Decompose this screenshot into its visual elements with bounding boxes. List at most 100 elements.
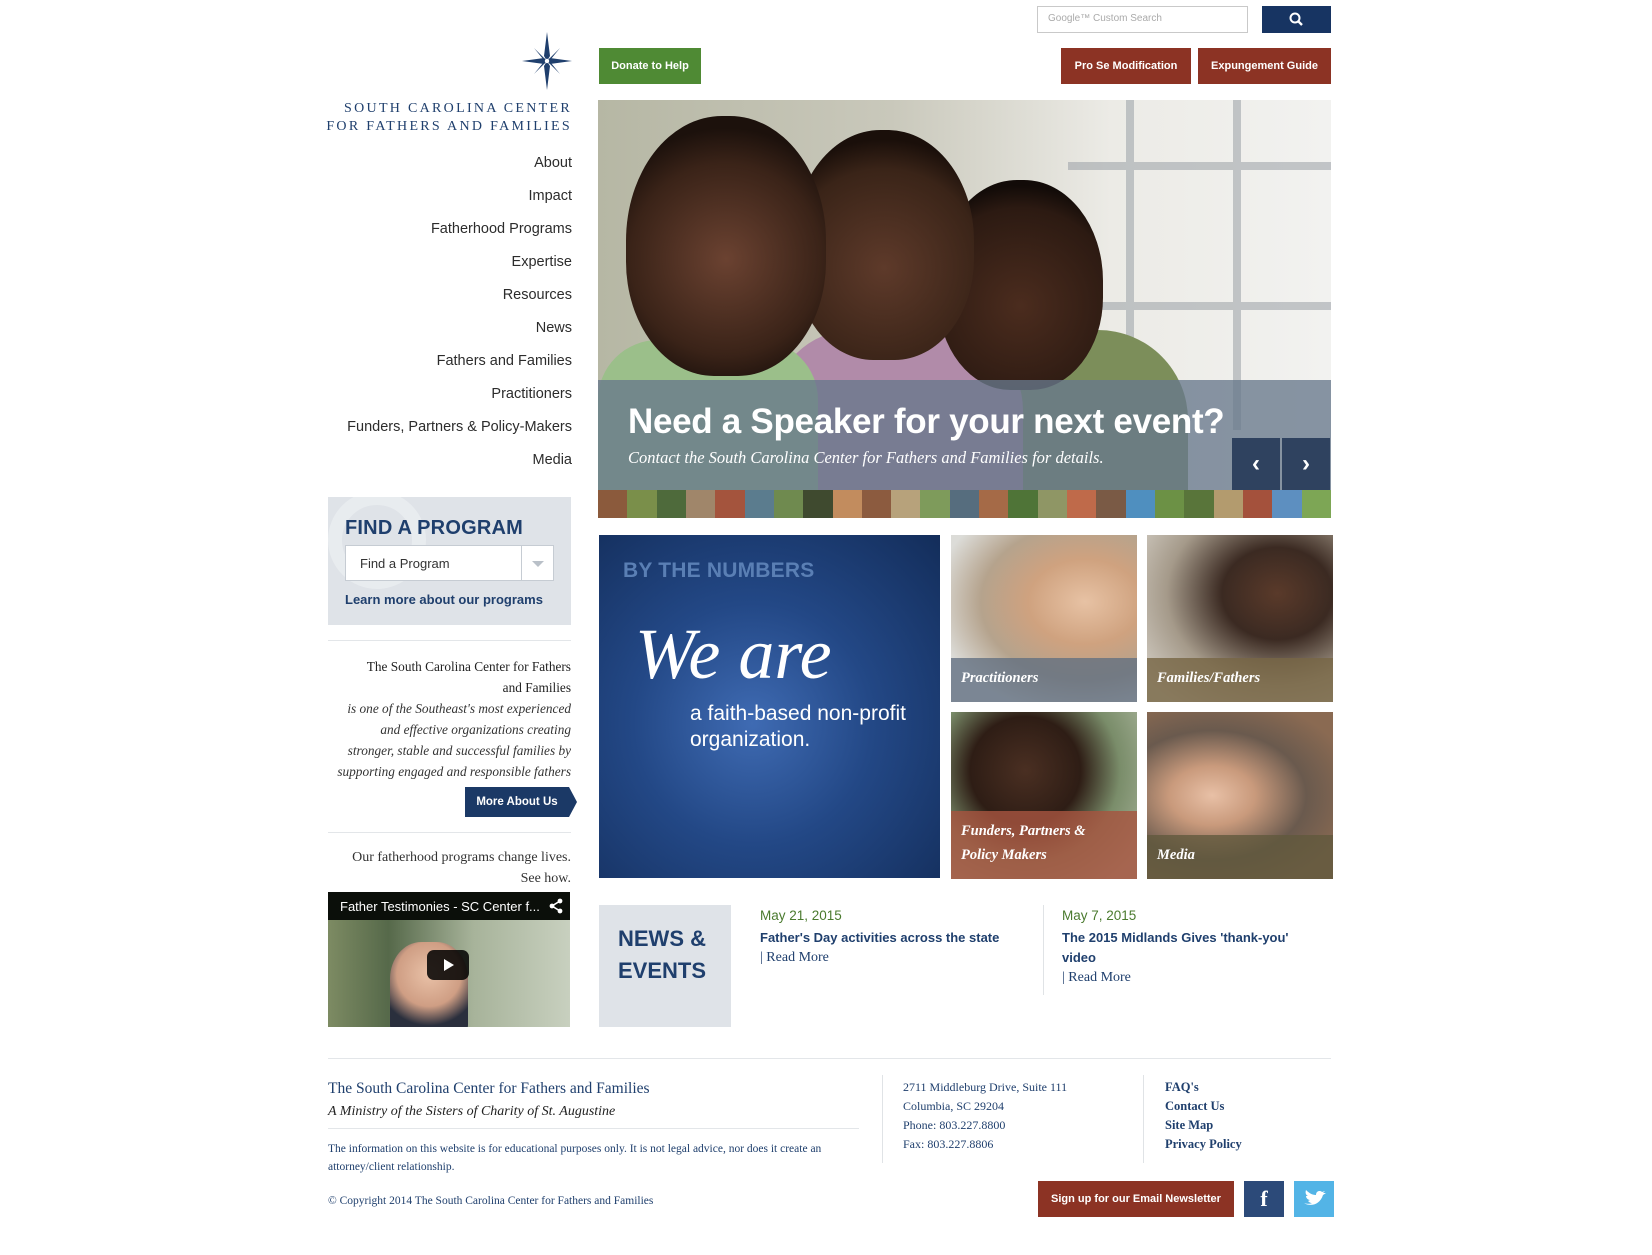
strip-swatch (1272, 490, 1302, 518)
video-player[interactable]: Father Testimonies - SC Center f... (328, 892, 570, 1027)
hero-slider: Need a Speaker for your next event? Cont… (598, 100, 1331, 490)
numbers-subtext: a faith-based non-profit organization. (690, 702, 906, 751)
hero-subtitle: Contact the South Carolina Center for Fa… (628, 448, 1104, 467)
nav-item-fatherhood-programs[interactable]: Fatherhood Programs (310, 218, 572, 251)
footer-divider (328, 1058, 1331, 1059)
nav-item-practitioners[interactable]: Practitioners (310, 383, 572, 416)
select-value: Find a Program (360, 556, 450, 571)
footer-copyright: © Copyright 2014 The South Carolina Cent… (328, 1195, 654, 1207)
strip-swatch (832, 490, 862, 518)
footer-col-divider (882, 1075, 883, 1163)
site-logo-text[interactable]: SOUTH CAROLINA CENTER FOR FATHERS AND FA… (312, 100, 572, 136)
tile-funders-partners[interactable]: Funders, Partners & Policy Makers (951, 712, 1137, 879)
fax: Fax: 803.227.8806 (903, 1137, 994, 1151)
blurb-body-2: and effective organizations creating (380, 722, 571, 737)
search-input[interactable]: Google™ Custom Search (1037, 6, 1248, 33)
blurb-body-3: stronger, stable and successful families… (347, 743, 571, 758)
news-date: May 21, 2015 (760, 908, 842, 923)
news-divider (1043, 905, 1044, 995)
find-program-heading: FIND A PROGRAM (345, 517, 523, 539)
divider (328, 640, 571, 641)
news-events-label[interactable]: NEWS & EVENTS (599, 905, 743, 1027)
chevron-down-icon[interactable] (521, 546, 553, 580)
strip-swatch (1037, 490, 1067, 518)
strip-swatch (1096, 490, 1126, 518)
tile-label: Practitioners (961, 670, 1039, 686)
play-icon[interactable] (427, 950, 469, 980)
news-title[interactable]: Father's Day activities across the state (760, 928, 1020, 948)
news-tag-text: NEWS & EVENTS (618, 923, 706, 987)
main-nav: About Impact Fatherhood Programs Experti… (310, 152, 572, 482)
strip-swatch (1154, 490, 1185, 518)
search-placeholder: Google™ Custom Search (1048, 13, 1162, 24)
pro-se-modification-button[interactable]: Pro Se Modification (1061, 48, 1191, 84)
nav-item-news[interactable]: News (310, 317, 572, 350)
chevron-right-icon[interactable]: › (1282, 438, 1330, 490)
video-title[interactable]: Father Testimonies - SC Center f... (340, 899, 540, 914)
tile-label-bar: Media (1147, 835, 1333, 879)
tile-practitioners[interactable]: Practitioners (951, 535, 1137, 702)
tile-label-line: Policy Makers (961, 847, 1047, 863)
hero-caption: Need a Speaker for your next event? Cont… (598, 380, 1331, 490)
blurb-lead-2: and Families (502, 680, 571, 695)
expungement-guide-button[interactable]: Expungement Guide (1198, 48, 1331, 84)
address-line-2: Columbia, SC 29204 (903, 1099, 1005, 1113)
strip-swatch (1125, 490, 1155, 518)
chevron-left-icon[interactable]: ‹ (1232, 438, 1280, 490)
twitter-bird-icon (1304, 1190, 1326, 1205)
nav-item-expertise[interactable]: Expertise (310, 251, 572, 284)
nav-item-resources[interactable]: Resources (310, 284, 572, 317)
tile-label: Families/Fathers (1157, 670, 1261, 686)
search-button[interactable] (1262, 6, 1331, 33)
strip-swatch (949, 490, 980, 518)
video-title-bar: Father Testimonies - SC Center f... (328, 892, 570, 920)
footer-link-contact[interactable]: Contact Us (1165, 1097, 1242, 1116)
facebook-icon[interactable]: f (1244, 1181, 1284, 1217)
footer-link-privacy[interactable]: Privacy Policy (1165, 1135, 1242, 1154)
more-about-us-button[interactable]: More About Us (465, 787, 577, 817)
news-item: May 7, 2015 The 2015 Midlands Gives 'tha… (1062, 908, 1322, 988)
news-title-cont[interactable]: video (1062, 948, 1322, 968)
news-tag-line: NEWS & (618, 926, 706, 951)
find-program-select[interactable]: Find a Program (345, 545, 554, 581)
numbers-headline: We are (635, 614, 832, 694)
strip-swatch (920, 490, 950, 518)
footer-link-faq[interactable]: FAQ's (1165, 1078, 1242, 1097)
email-newsletter-button[interactable]: Sign up for our Email Newsletter (1038, 1181, 1234, 1217)
logo-line-2: FOR FATHERS AND FAMILIES (326, 119, 572, 134)
footer-address: 2711 Middleburg Drive, Suite 111 Columbi… (903, 1078, 1067, 1154)
strip-swatch (1301, 490, 1331, 518)
testimony-line-1: Our fatherhood programs change lives. (352, 850, 571, 865)
nav-item-about[interactable]: About (310, 152, 572, 185)
share-icon[interactable] (548, 898, 564, 914)
twitter-icon[interactable] (1294, 1181, 1334, 1217)
hero-title[interactable]: Need a Speaker for your next event? (628, 402, 1225, 442)
numbers-label: BY THE NUMBERS (623, 559, 815, 582)
nav-item-fathers-families[interactable]: Fathers and Families (310, 350, 572, 383)
hero-face (626, 116, 826, 376)
strip-swatch (1067, 490, 1097, 518)
testimony-intro: Our fatherhood programs change lives. Se… (328, 847, 571, 889)
news-title[interactable]: The 2015 Midlands Gives 'thank-you' (1062, 928, 1322, 948)
learn-more-programs-link[interactable]: Learn more about our programs (345, 592, 543, 607)
strip-swatch (656, 490, 686, 518)
strip-swatch (773, 490, 804, 518)
tile-families-fathers[interactable]: Families/Fathers (1147, 535, 1333, 702)
nav-item-media[interactable]: Media (310, 449, 573, 482)
nav-item-impact[interactable]: Impact (310, 185, 572, 218)
tile-label-line: Funders, Partners & (961, 823, 1086, 839)
nav-item-funders[interactable]: Funders, Partners & Policy-Makers (310, 416, 572, 449)
read-more-link[interactable]: | Read More (1062, 968, 1322, 988)
strip-swatch (627, 490, 657, 518)
logo-line-1: SOUTH CAROLINA CENTER (344, 101, 572, 116)
tile-label: Media (1157, 847, 1195, 863)
strip-swatch (861, 490, 892, 518)
footer-ministry: A Ministry of the Sisters of Charity of … (328, 1104, 616, 1119)
footer-org-name: The South Carolina Center for Fathers an… (328, 1080, 650, 1097)
read-more-link[interactable]: | Read More (760, 948, 1020, 968)
donate-button[interactable]: Donate to Help (599, 48, 701, 84)
news-item: May 21, 2015 Father's Day activities acr… (760, 908, 1020, 968)
strip-swatch (685, 490, 716, 518)
tile-media[interactable]: Media (1147, 712, 1333, 879)
footer-link-sitemap[interactable]: Site Map (1165, 1116, 1242, 1135)
